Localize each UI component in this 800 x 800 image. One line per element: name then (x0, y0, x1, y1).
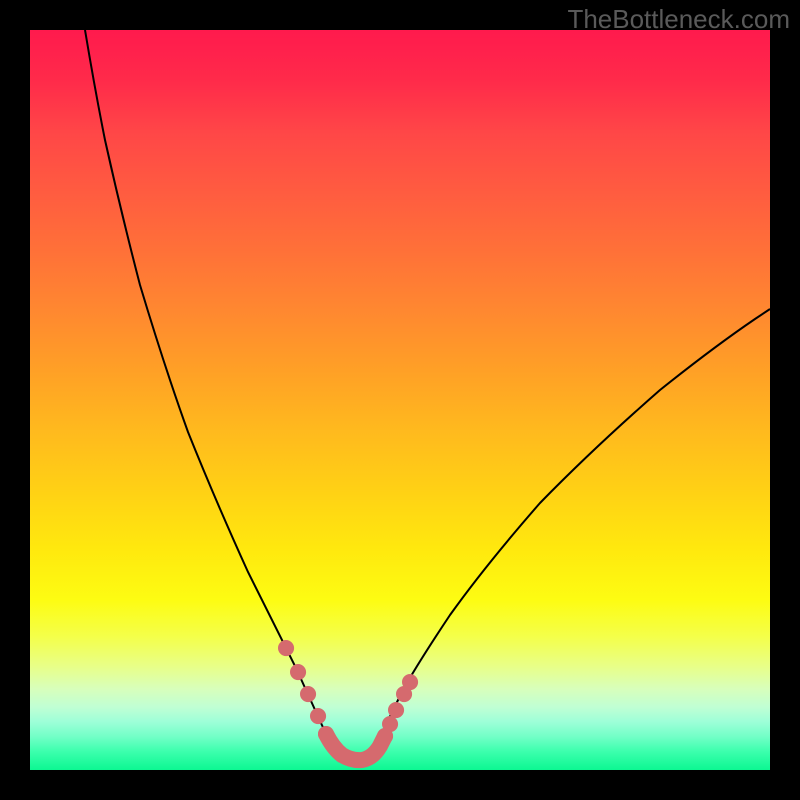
chart-container: TheBottleneck.com (0, 0, 800, 800)
watermark-text: TheBottleneck.com (567, 4, 790, 35)
plot-area (30, 30, 770, 770)
